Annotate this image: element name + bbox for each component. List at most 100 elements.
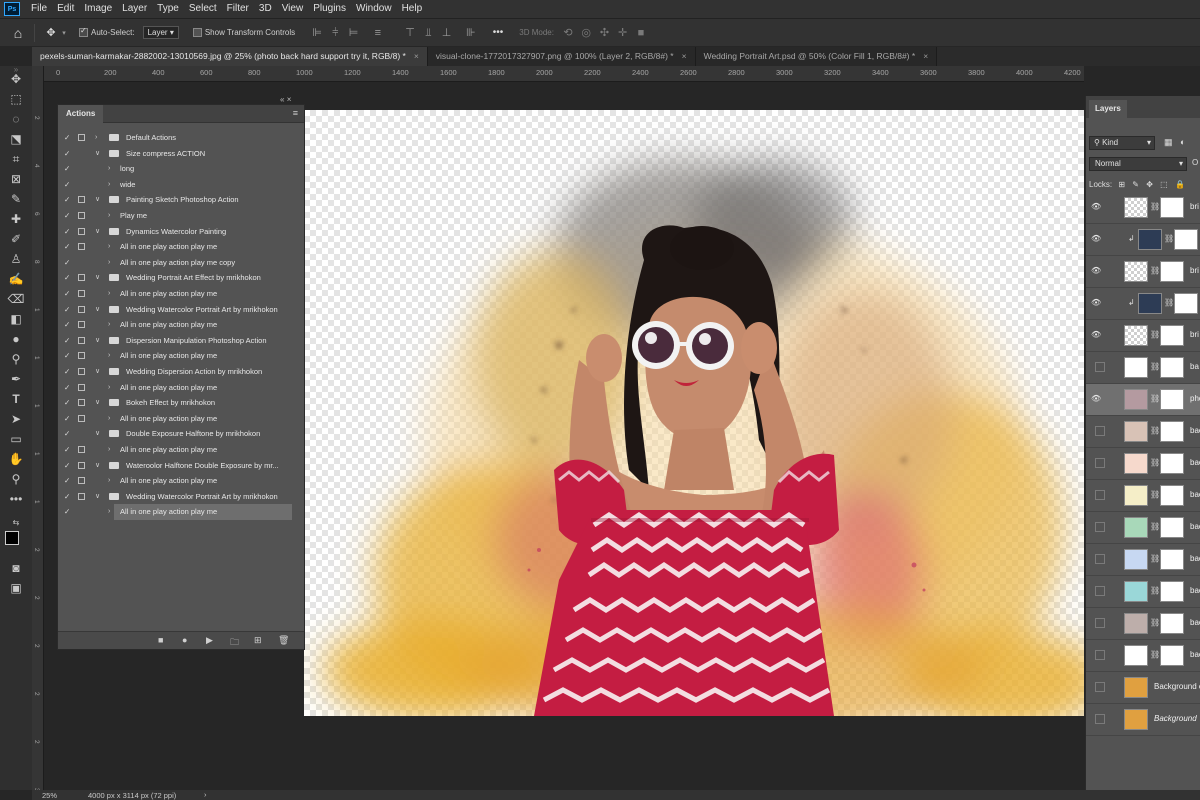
layer-row[interactable]: ⛓ ba [1086, 352, 1200, 384]
layer-mask-thumbnail[interactable] [1160, 613, 1184, 634]
chevron-right-icon[interactable]: › [108, 504, 110, 520]
visibility-toggle[interactable] [1095, 618, 1105, 628]
eye-icon[interactable]: 👁 [1091, 202, 1101, 211]
menu-help[interactable]: Help [397, 0, 428, 18]
lasso-tool-icon[interactable]: ◌ [4, 109, 28, 129]
visibility-toggle[interactable] [1095, 650, 1105, 660]
toggle-check-icon[interactable]: ✓ [64, 146, 70, 162]
toggle-check-icon[interactable]: ✓ [64, 177, 70, 193]
eye-icon[interactable]: 👁 [1091, 234, 1101, 243]
lock-transparent-icon[interactable]: ⊞ [1118, 180, 1125, 189]
dialog-toggle-icon[interactable] [78, 321, 85, 329]
toggle-check-icon[interactable]: ✓ [64, 161, 70, 177]
link-icon[interactable]: ⛓ [1150, 330, 1160, 339]
chevron-right-icon[interactable]: › [108, 208, 110, 224]
paint-bucket-tool-icon[interactable]: ◧ [4, 309, 28, 329]
layer-mask-thumbnail[interactable] [1160, 645, 1184, 666]
move-tool-icon[interactable]: ✥ [43, 26, 59, 39]
quick-mask-icon[interactable]: ◙ [4, 558, 28, 578]
layer-thumbnail[interactable] [1124, 197, 1148, 218]
menu-plugins[interactable]: Plugins [308, 0, 351, 18]
action-row[interactable]: ✓ › All in one play action play me [58, 317, 304, 333]
3d-slide-icon[interactable]: ✛ [615, 26, 631, 39]
healing-brush-tool-icon[interactable]: ✚ [4, 209, 28, 229]
toggle-check-icon[interactable]: ✓ [64, 130, 70, 146]
link-icon[interactable]: ⛓ [1150, 490, 1160, 499]
link-icon[interactable]: ⛓ [1150, 362, 1160, 371]
adjustment-filter-icon[interactable]: ◐ [1180, 137, 1185, 147]
align-right-icon[interactable]: ⊨ [346, 26, 362, 39]
marquee-tool-icon[interactable]: ⬚ [4, 89, 28, 109]
dodge-tool-icon[interactable]: ⚲ [4, 349, 28, 369]
path-selection-tool-icon[interactable]: ➤ [4, 409, 28, 429]
layer-thumbnail[interactable] [1138, 293, 1162, 314]
action-row[interactable]: ✓ › All in one play action play me [58, 504, 304, 520]
visibility-toggle[interactable] [1095, 426, 1105, 436]
photoshop-logo[interactable]: Ps [4, 2, 20, 16]
action-row[interactable]: ✓ › All in one play action play me [58, 473, 304, 489]
panel-collapse-button[interactable]: « × [280, 95, 291, 104]
chevron-down-icon[interactable]: ∨ [95, 458, 100, 474]
action-set-row[interactable]: ✓ ∨ Wedding Watercolor Portrait Art by mri… [58, 302, 304, 318]
blur-tool-icon[interactable]: ● [4, 329, 28, 349]
chevron-right-icon[interactable]: › [108, 411, 110, 427]
auto-select-checkbox[interactable]: Auto-Select: [79, 28, 135, 38]
action-row[interactable]: ✓ › All in one play action play me [58, 380, 304, 396]
align-center-icon[interactable]: ⫩ [327, 27, 343, 40]
object-selection-tool-icon[interactable]: ⬔ [4, 129, 28, 149]
layer-row[interactable]: 👁 ↲ ⛓ [1086, 288, 1200, 320]
lock-paint-icon[interactable]: ✎ [1132, 180, 1139, 189]
link-icon[interactable]: ⛓ [1150, 426, 1160, 435]
clone-stamp-tool-icon[interactable]: ♙ [4, 249, 28, 269]
chevron-down-icon[interactable]: ∨ [95, 192, 100, 208]
dialog-toggle-icon[interactable] [78, 227, 85, 235]
layer-thumbnail[interactable] [1124, 645, 1148, 666]
align-middle-icon[interactable]: ⫫ [420, 27, 436, 40]
action-row[interactable]: ✓ › All in one play action play me [58, 442, 304, 458]
visibility-toggle[interactable] [1095, 522, 1105, 532]
link-icon[interactable]: ⛓ [1164, 234, 1174, 243]
layer-mask-thumbnail[interactable] [1160, 581, 1184, 602]
layer-mask-thumbnail[interactable] [1160, 453, 1184, 474]
layer-thumbnail[interactable] [1124, 325, 1148, 346]
distribute-v-icon[interactable]: ⊪ [463, 26, 479, 39]
more-options[interactable]: ••• [493, 27, 504, 38]
dialog-toggle-icon[interactable] [78, 414, 85, 422]
layer-row[interactable]: ⛓ backg [1086, 576, 1200, 608]
lock-all-icon[interactable]: 🔒 [1175, 180, 1185, 189]
action-set-row[interactable]: ✓ ∨ Painting Sketch Photoshop Action [58, 192, 304, 208]
layer-row[interactable]: ⛓ backg [1086, 608, 1200, 640]
visibility-toggle[interactable] [1095, 490, 1105, 500]
action-row[interactable]: ✓ › All in one play action play me [58, 286, 304, 302]
dialog-toggle-icon[interactable] [78, 305, 85, 313]
visibility-toggle[interactable] [1095, 362, 1105, 372]
link-icon[interactable]: ⛓ [1164, 298, 1174, 307]
actions-panel-tab[interactable]: Actions [58, 105, 104, 123]
dialog-toggle-icon[interactable] [78, 259, 85, 266]
dialog-toggle-icon[interactable] [78, 399, 85, 407]
action-set-row[interactable]: ✓ ∨ Bokeh Effect by mrikhokon [58, 395, 304, 411]
menu-view[interactable]: View [277, 0, 309, 18]
hand-tool-icon[interactable]: ✋ [4, 449, 28, 469]
layer-row[interactable]: ⛓ backg [1086, 512, 1200, 544]
dialog-toggle-icon[interactable] [78, 352, 85, 360]
menu-window[interactable]: Window [351, 0, 397, 18]
toggle-check-icon[interactable]: ✓ [64, 364, 70, 380]
layer-mask-thumbnail[interactable] [1160, 549, 1184, 570]
layer-thumbnail[interactable] [1124, 709, 1148, 730]
action-row[interactable]: ✓ › All in one play action play me [58, 348, 304, 364]
menu-layer[interactable]: Layer [117, 0, 152, 18]
action-set-row[interactable]: ✓ › Default Actions [58, 130, 304, 146]
chevron-down-icon[interactable]: ∨ [95, 426, 100, 442]
auto-select-dropdown[interactable]: Layer ▾ [142, 26, 179, 39]
toggle-check-icon[interactable]: ✓ [64, 458, 70, 474]
layer-mask-thumbnail[interactable] [1160, 261, 1184, 282]
menu-edit[interactable]: Edit [52, 0, 79, 18]
zoom-tool-icon[interactable]: ⚲ [4, 469, 28, 489]
3d-roll-icon[interactable]: ◎ [578, 26, 594, 39]
panel-menu-icon[interactable]: ≡ [293, 108, 298, 118]
eyedropper-tool-icon[interactable]: ✎ [4, 189, 28, 209]
chevron-right-icon[interactable]: › [108, 255, 110, 271]
layers-panel-tab[interactable]: Layers [1089, 100, 1127, 118]
layer-row[interactable]: 👁 ⛓ bri [1086, 320, 1200, 352]
